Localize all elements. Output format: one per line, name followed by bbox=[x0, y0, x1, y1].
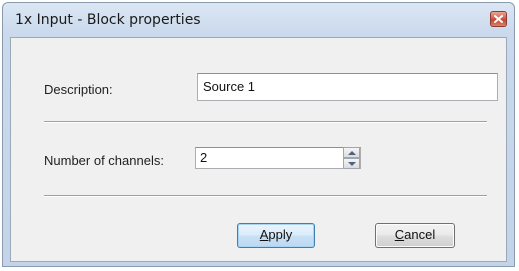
title-bar[interactable]: 1x Input - Block properties bbox=[3, 3, 514, 37]
window-title: 1x Input - Block properties bbox=[15, 12, 201, 28]
dialog-content: Description: Source 1 Number of channels… bbox=[10, 37, 507, 262]
separator bbox=[44, 121, 487, 123]
description-label: Description: bbox=[44, 82, 113, 97]
chevron-down-icon bbox=[348, 162, 356, 166]
stepper-down-button[interactable] bbox=[343, 158, 360, 169]
close-button[interactable] bbox=[490, 11, 507, 27]
separator bbox=[44, 195, 487, 197]
cancel-button[interactable]: Cancel bbox=[375, 223, 455, 248]
close-icon bbox=[494, 15, 503, 23]
stepper-up-button[interactable] bbox=[343, 147, 360, 158]
chevron-up-icon bbox=[348, 151, 356, 155]
dialog-window: 1x Input - Block properties Description:… bbox=[2, 2, 515, 267]
apply-button[interactable]: Apply bbox=[237, 223, 315, 248]
channels-stepper[interactable] bbox=[343, 147, 360, 169]
channels-input[interactable]: 2 bbox=[195, 147, 361, 169]
description-input[interactable]: Source 1 bbox=[197, 73, 498, 101]
channels-label: Number of channels: bbox=[44, 153, 164, 168]
